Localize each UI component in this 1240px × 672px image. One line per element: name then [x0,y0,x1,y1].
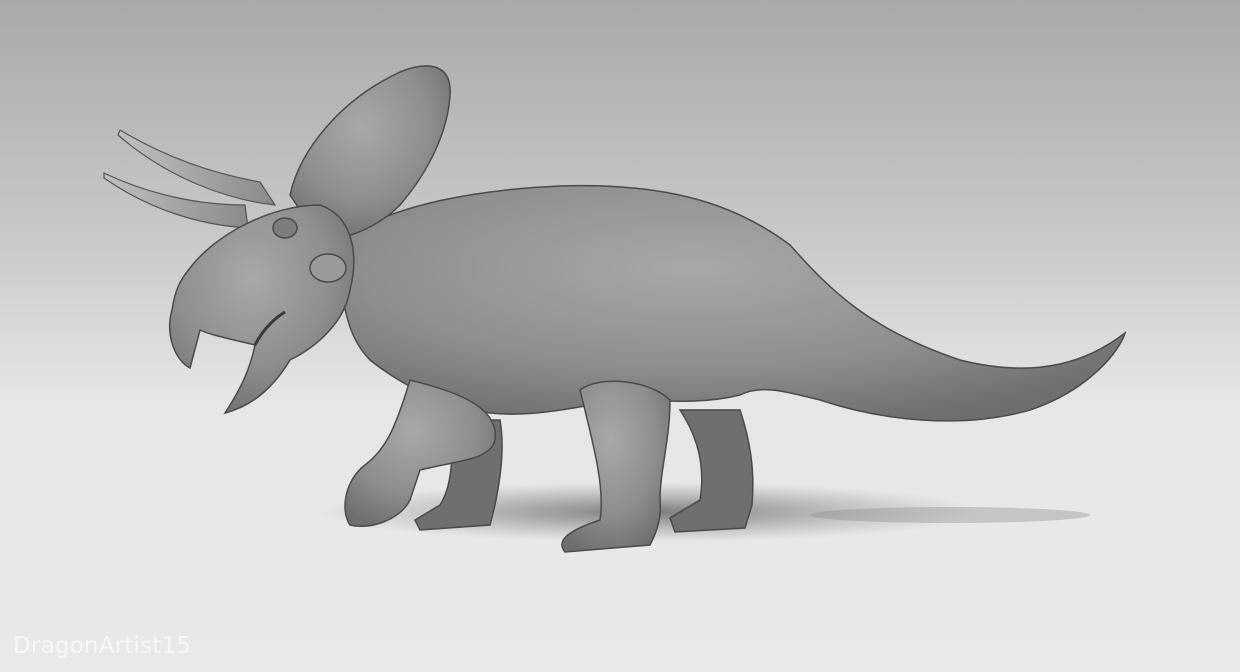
triceratops-render [103,65,1127,553]
horns [103,129,277,229]
tail-and-body [341,184,1127,422]
head [168,204,355,415]
watermark-text: DragonArtist15 [13,633,192,659]
